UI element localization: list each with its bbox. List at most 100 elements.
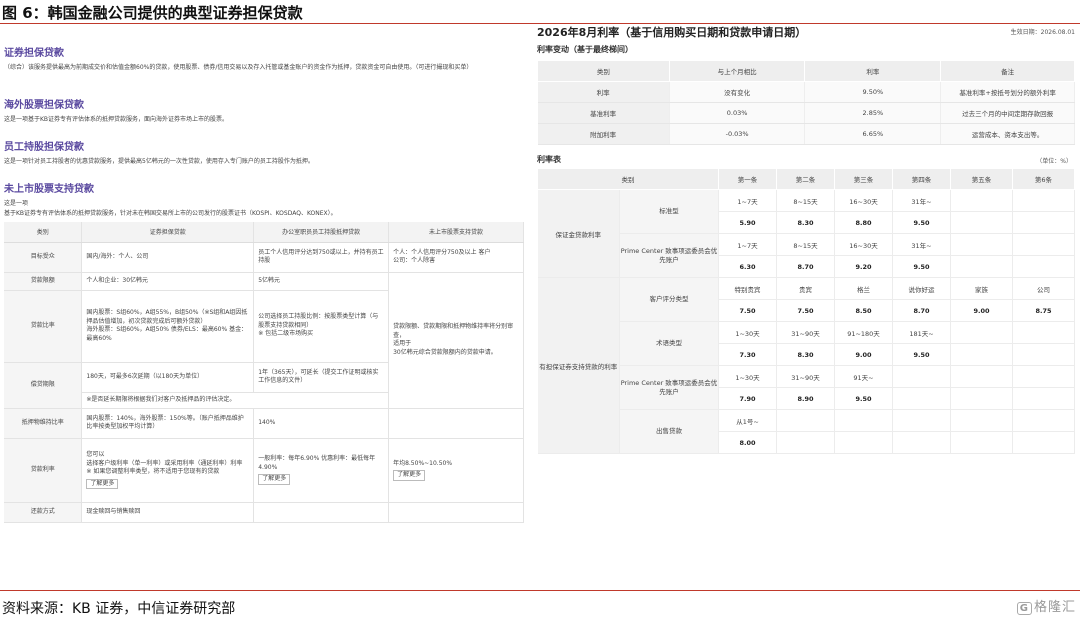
cell: 0.03% [669, 102, 806, 124]
learn-more-button[interactable]: 了解更多 [258, 474, 291, 485]
column-header: 第四条 [892, 168, 951, 190]
rate-value: 7.50 [718, 299, 777, 322]
rate-value: 9.00 [950, 299, 1013, 322]
rate-value: 5.90 [718, 211, 777, 234]
cell [776, 431, 835, 454]
cell [1012, 365, 1075, 388]
rate-value: 9.50 [892, 255, 951, 278]
cell [892, 387, 951, 410]
cell: 1~7天 [718, 233, 777, 256]
cell [950, 321, 1013, 344]
detail-header: 类别 [4, 222, 83, 243]
cell: 个人：个人信用评分750及以上 客户 公司：个人除害 [388, 242, 524, 273]
row-label: 标准型 [619, 189, 719, 234]
rate-text: 您可以 选择客户级利率（单一利率）或采用利率（通延利率）利率 ※ 如果您调整利率… [86, 451, 243, 475]
cell [388, 408, 524, 439]
change-title: 利率变动（基于最终梯间） [537, 45, 633, 54]
section-title[interactable]: 员工持股担保贷款 [4, 138, 524, 153]
rate-value: 7.90 [718, 387, 777, 410]
cell: 1年（365天），可延长（提交工作证明或核实工作信息的文件） [253, 362, 390, 393]
section-body: （综合）该服务提供最高为前期成交价和估值金额60%的贷款，使用股票、债券/信用交… [4, 64, 473, 71]
cell: 1~30天 [718, 365, 777, 388]
cell: 91天~ [834, 365, 893, 388]
rate-value: 8.75 [1012, 299, 1075, 322]
section-overseas-stock-loan: 海外股票担保贷款 这是一项基于KB证券专有评估体系的抵押贷款服务，面向海外证券市… [4, 96, 524, 125]
learn-more-button[interactable]: 了解更多 [393, 470, 426, 481]
rate-value: 9.20 [834, 255, 893, 278]
column-header: 第6条 [1012, 168, 1075, 190]
row-label: 客户评分类型 [619, 277, 719, 322]
cell: 基准利率+按抵号划分的额外利率 [940, 81, 1075, 103]
group-label: 保证金贷款利率 [537, 189, 620, 278]
column-header: 利率 [804, 60, 942, 82]
cell [892, 409, 951, 432]
cell [1012, 233, 1075, 256]
section-title[interactable]: 证券担保贷款 [4, 44, 524, 59]
section-unlisted-stock-loan: 未上市股票支持贷款 这是一项 基于KB证券专有评估体系的抵押贷款服务，针对未在韩… [4, 180, 524, 219]
cell [950, 431, 1013, 454]
learn-more-button[interactable]: 了解更多 [86, 478, 119, 489]
watermark-logo: G 格隆汇 [1016, 596, 1076, 615]
column-header: 类别 [537, 60, 670, 82]
table-row: 保证金贷款利率 标准型 1~7天 8~15天 16~30天 31年~ [537, 189, 1075, 278]
section-title[interactable]: 海外股票担保贷款 [4, 96, 524, 111]
column-header: 类别 [537, 168, 719, 190]
detail-header: 证券担保贷款 [81, 222, 255, 243]
column-header: 第一条 [718, 168, 777, 190]
cell: 您可以 选择客户级利率（单一利率）或采用利率（通延利率）利率 ※ 如果您调整利率… [81, 438, 255, 503]
cell: 31年~ [892, 233, 951, 256]
cell: 31年~ [892, 189, 951, 212]
cell: 1~7天 [718, 189, 777, 212]
cell [1012, 189, 1075, 212]
row-label: 偿贷期限 [4, 362, 83, 409]
cell [388, 502, 524, 523]
rate-table-title: 利率表 [537, 155, 561, 164]
group-label: 有担保证券支持贷款的利率 [537, 277, 620, 454]
cell: 31~90天 [776, 321, 835, 344]
section-body: 这是一项 基于KB证券专有评估体系的抵押贷款服务，针对未在韩国交易所上市的公司发… [4, 200, 337, 217]
cell: 贵宾 [776, 277, 835, 300]
cell: 年均8.50%~10.50% 了解更多 [388, 438, 524, 503]
rate-text: 年均8.50%~10.50% [393, 459, 453, 467]
cell: 91~180天 [834, 321, 893, 344]
cell [950, 211, 1013, 234]
rate-value: 8.30 [776, 211, 835, 234]
rate-value: 9.50 [834, 387, 893, 410]
cell [776, 409, 835, 432]
cell: 16~30天 [834, 233, 893, 256]
detail-table: 类别 证券担保贷款 办公室职员员工持股抵押贷款 未上市股票支持贷款 目标受众 国… [4, 222, 524, 523]
cell [950, 409, 1013, 432]
cell: 国内/海外：个人、公司 [81, 242, 255, 273]
table-row: 利率 没有变化 9.50% 基准利率+按抵号划分的额外利率 [537, 81, 1075, 103]
column-header: 与上个月相比 [668, 60, 806, 82]
cell [892, 365, 951, 388]
rate-value: 8.00 [718, 431, 777, 454]
table-row: 抵押物维持比率 国内股票：140%，海外股票：150%等。（账户抵押品维护比率按… [4, 408, 524, 439]
section-title[interactable]: 未上市股票支持贷款 [4, 180, 524, 195]
watermark-text: 格隆汇 [1033, 600, 1076, 615]
cell [950, 255, 1013, 278]
cell: 9.50% [804, 81, 942, 103]
row-label: 还款方式 [4, 502, 83, 523]
figure-title-bar: 图 6：韩国金融公司提供的典型证券担保贷款 [0, 0, 1080, 24]
rate-value: 9.50 [892, 211, 951, 234]
column-header: 备注 [940, 60, 1075, 82]
cell: 2.85% [804, 102, 942, 124]
cell: 贷款限额、贷款期限和抵押物维持率将分别审查， 适用于 30亿韩元综合贷款限额内的… [388, 272, 524, 409]
table-row: 贷款利率 您可以 选择客户级利率（单一利率）或采用利率（通延利率）利率 ※ 如果… [4, 438, 524, 503]
row-label: 贷款限额 [4, 272, 83, 291]
cell: 1~30天 [718, 321, 777, 344]
cell: 特别贵宾 [718, 277, 777, 300]
rate-value: 8.30 [776, 343, 835, 366]
rate-value: 7.50 [776, 299, 835, 322]
cell: 个人和企业：30亿韩元 [81, 272, 255, 291]
section-body: 这是一项针对员工持股者的优惠贷款服务，提供最高5亿韩元的一次性贷款，使用存入专门… [4, 158, 314, 165]
cell: 国内股票：140%，海外股票：150%等。（账户抵押品维护比率按类型加权平均计算… [81, 408, 255, 439]
cell [950, 189, 1013, 212]
rate-value: 8.50 [834, 299, 893, 322]
cell: 140% [253, 408, 390, 439]
cell: 公司 [1012, 277, 1075, 300]
row-label: 贷款比率 [4, 290, 83, 363]
cell: 运营成本、资本支出等。 [940, 123, 1075, 145]
column-header: 第五条 [950, 168, 1013, 190]
